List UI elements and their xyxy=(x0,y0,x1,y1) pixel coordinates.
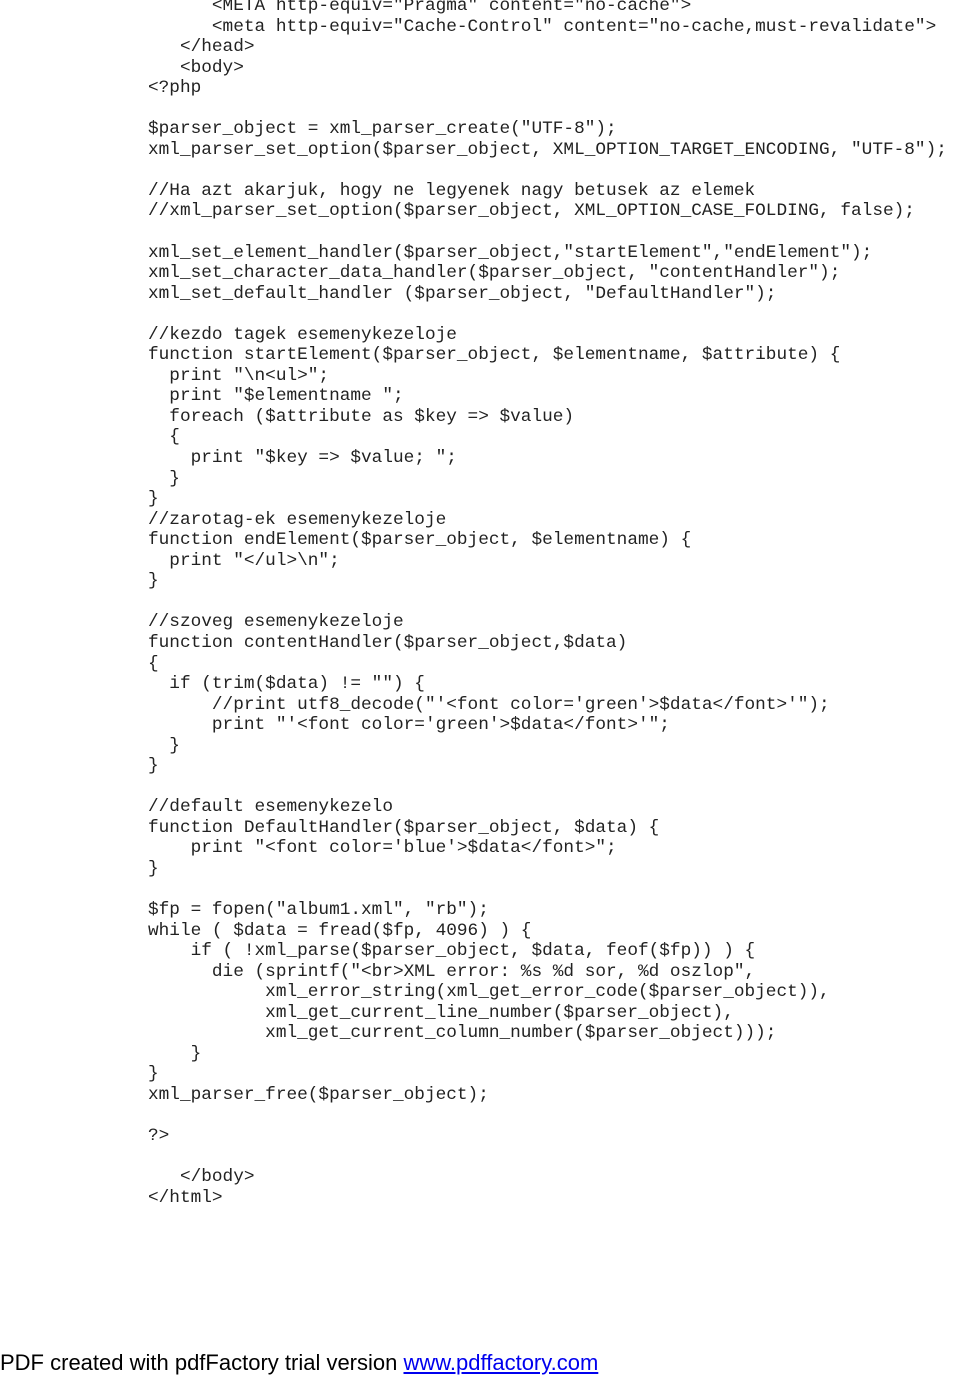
code-line: function DefaultHandler($parser_object, … xyxy=(148,817,660,838)
code-line: xml_set_default_handler ($parser_object,… xyxy=(148,283,777,304)
code-line: } xyxy=(148,489,159,510)
code-line: //szoveg esemenykezeloje xyxy=(148,612,404,633)
code-line: <?php xyxy=(148,78,202,99)
code-line: //kezdo tagek esemenykezeloje xyxy=(148,324,457,345)
footer-text: PDF created with pdfFactory trial versio… xyxy=(0,1350,404,1375)
code-line: </html> xyxy=(148,1187,223,1208)
code-line: xml_set_element_handler($parser_object,"… xyxy=(148,242,873,263)
code-line: foreach ($attribute as $key => $value) xyxy=(148,406,575,427)
code-line: print "</ul>\n"; xyxy=(148,550,340,571)
code-line: if (trim($data) != "") { xyxy=(148,674,425,695)
code-line: function contentHandler($parser_object,$… xyxy=(148,632,628,653)
code-line: xml_set_character_data_handler($parser_o… xyxy=(148,263,841,284)
code-line: //xml_parser_set_option($parser_object, … xyxy=(148,201,915,222)
code-line: xml_get_current_column_number($parser_ob… xyxy=(148,1023,777,1044)
code-line: $fp = fopen("album1.xml", "rb"); xyxy=(148,900,489,921)
code-line: //default esemenykezelo xyxy=(148,797,393,818)
code-line: function startElement($parser_object, $e… xyxy=(148,345,841,366)
footer-link[interactable]: www.pdffactory.com xyxy=(403,1350,598,1375)
code-line: print "'<font color='green'>$data</font>… xyxy=(148,715,670,736)
code-line: </head> xyxy=(148,37,255,58)
code-line: xml_error_string(xml_get_error_code($par… xyxy=(148,982,830,1003)
code-line: <body> xyxy=(148,57,244,78)
code-line: //zarotag-ek esemenykezeloje xyxy=(148,509,447,530)
code-line: xml_parser_set_option($parser_object, XM… xyxy=(148,139,947,160)
code-line: xml_parser_free($parser_object); xyxy=(148,1084,489,1105)
code-line: } xyxy=(148,858,159,879)
code-line: if ( !xml_parse($parser_object, $data, f… xyxy=(148,941,756,962)
code-line: } xyxy=(148,756,159,777)
code-line: <meta http-equiv="Cache-Control" content… xyxy=(148,16,937,37)
code-line: //print utf8_decode("'<font color='green… xyxy=(148,694,830,715)
code-line: die (sprintf("<br>XML error: %s %d sor, … xyxy=(148,961,756,982)
code-line: { xyxy=(148,427,180,448)
code-line: } xyxy=(148,1043,202,1064)
code-line: } xyxy=(148,468,180,489)
code-line: //Ha azt akarjuk, hogy ne legyenek nagy … xyxy=(148,180,756,201)
code-line: } xyxy=(148,735,180,756)
pdf-footer: PDF created with pdfFactory trial versio… xyxy=(0,1349,598,1377)
code-line: </body> xyxy=(148,1167,255,1188)
code-line: } xyxy=(148,571,159,592)
code-line: print "\n<ul>"; xyxy=(148,365,330,386)
code-line: ?> xyxy=(148,1126,170,1147)
code-line: } xyxy=(148,1064,159,1085)
code-line: { xyxy=(148,653,159,674)
code-line: while ( $data = fread($fp, 4096) ) { xyxy=(148,920,532,941)
code-line: $parser_object = xml_parser_create("UTF-… xyxy=(148,119,617,140)
code-line: print "$elementname "; xyxy=(148,386,404,407)
code-line: print "$key => $value; "; xyxy=(148,448,457,469)
code-line: function endElement($parser_object, $ele… xyxy=(148,530,692,551)
code-line: print "<font color='blue'>$data</font>"; xyxy=(148,838,617,859)
code-listing: <META http-equiv="Pragma" content="no-ca… xyxy=(148,0,947,1208)
code-line: xml_get_current_line_number($parser_obje… xyxy=(148,1002,734,1023)
code-line: <META http-equiv="Pragma" content="no-ca… xyxy=(148,0,692,16)
